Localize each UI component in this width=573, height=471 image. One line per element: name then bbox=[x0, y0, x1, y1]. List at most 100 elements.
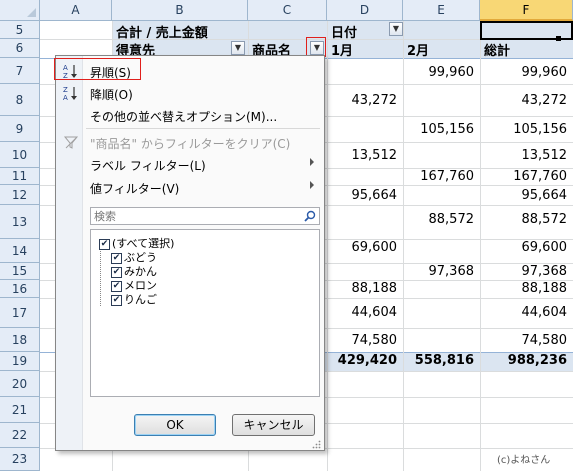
cell-d17[interactable]: 44,604 bbox=[327, 305, 398, 320]
grand-total-feb[interactable]: 558,816 bbox=[403, 353, 474, 368]
row-header-21[interactable]: 21 bbox=[0, 397, 40, 423]
column-feb-label: 2月 bbox=[407, 44, 430, 59]
filter-item-apple[interactable]: ✔ りんご bbox=[111, 291, 157, 306]
select-all-corner[interactable] bbox=[0, 0, 40, 21]
cell-d14[interactable]: 69,600 bbox=[327, 240, 398, 255]
row-header-12[interactable]: 12 bbox=[0, 185, 40, 205]
column-total-label: 総計 bbox=[484, 44, 511, 59]
column-jan-label: 1月 bbox=[331, 44, 354, 59]
cell-d12[interactable]: 95,664 bbox=[327, 188, 398, 203]
sort-descending-label: 降順(O) bbox=[90, 88, 133, 102]
column-header-d[interactable]: D bbox=[327, 0, 403, 21]
cell-f17[interactable]: 44,604 bbox=[480, 305, 568, 320]
cell-f7[interactable]: 99,960 bbox=[480, 65, 568, 80]
checkbox-checked-icon: ✔ bbox=[111, 294, 122, 306]
fill-handle[interactable] bbox=[556, 36, 561, 41]
row-header-19[interactable]: 19 bbox=[0, 352, 40, 371]
clear-filter-label: "商品名" からフィルターをクリア(C) bbox=[90, 137, 291, 151]
cell-f13[interactable]: 88,572 bbox=[480, 212, 568, 227]
submenu-arrow-icon bbox=[310, 158, 314, 166]
cell-e9[interactable]: 105,156 bbox=[403, 122, 474, 137]
row-header-16[interactable]: 16 bbox=[0, 280, 40, 298]
sort-descending-icon: Z A bbox=[63, 85, 79, 102]
cell-e11[interactable]: 167,760 bbox=[403, 169, 474, 184]
filter-item-grape[interactable]: ✔ ぶどう bbox=[111, 249, 157, 264]
spreadsheet: A B C D E F 5 6 7 8 9 10 11 12 13 14 15 … bbox=[0, 0, 573, 471]
column-header-c[interactable]: C bbox=[248, 0, 327, 21]
svg-text:A: A bbox=[63, 94, 68, 101]
cell-e13[interactable]: 88,572 bbox=[403, 212, 475, 227]
checkbox-checked-icon: ✔ bbox=[99, 238, 110, 250]
cell-f16[interactable]: 88,188 bbox=[480, 281, 568, 296]
column-header-e[interactable]: E bbox=[403, 0, 480, 21]
column-header-f[interactable]: F bbox=[480, 0, 573, 21]
row-header-14[interactable]: 14 bbox=[0, 239, 40, 263]
cell-e7[interactable]: 99,960 bbox=[403, 65, 475, 80]
cell-d18[interactable]: 74,580 bbox=[327, 333, 398, 348]
sort-ascending-highlight bbox=[54, 58, 141, 80]
row-header-10[interactable]: 10 bbox=[0, 142, 40, 168]
filter-dropdown-menu: A Z 昇順(S) Z A 降順(O) その他の並べ替えオプション(M)... … bbox=[54, 55, 325, 451]
checkbox-checked-icon: ✔ bbox=[111, 266, 122, 278]
menu-label-filter[interactable]: ラベル フィルター(L) bbox=[58, 153, 322, 175]
resize-grip-icon[interactable] bbox=[312, 438, 321, 449]
cell-d8[interactable]: 43,272 bbox=[327, 93, 398, 108]
row-header-8[interactable]: 8 bbox=[0, 84, 40, 116]
cell-f12[interactable]: 95,664 bbox=[480, 188, 568, 203]
row-header-13[interactable]: 13 bbox=[0, 205, 40, 239]
checkbox-checked-icon: ✔ bbox=[111, 252, 122, 264]
menu-sort-descending[interactable]: Z A 降順(O) bbox=[58, 82, 322, 104]
cell-f18[interactable]: 74,580 bbox=[480, 333, 568, 348]
pivot-column-field-label: 日付 bbox=[331, 26, 358, 41]
cell-d16[interactable]: 88,188 bbox=[327, 281, 398, 296]
filter-item-melon[interactable]: ✔ メロン bbox=[111, 277, 157, 292]
grand-total-jan[interactable]: 429,420 bbox=[327, 353, 397, 368]
row-header-7[interactable]: 7 bbox=[0, 58, 40, 84]
customer-filter-button[interactable]: ▼ bbox=[231, 41, 245, 55]
search-icon bbox=[304, 210, 316, 222]
pivot-value-label: 合計 / 売上金額 bbox=[116, 26, 208, 41]
svg-text:Z: Z bbox=[63, 86, 68, 94]
column-header-b[interactable]: B bbox=[112, 0, 248, 21]
row-header-9[interactable]: 9 bbox=[0, 116, 40, 142]
column-field-filter-button[interactable]: ▼ bbox=[389, 22, 403, 36]
clear-filter-icon bbox=[63, 134, 79, 150]
row-header-17[interactable]: 17 bbox=[0, 298, 40, 328]
row-header-5[interactable]: 5 bbox=[0, 21, 40, 39]
checkbox-checked-icon: ✔ bbox=[111, 280, 122, 292]
more-sort-options-label: その他の並べ替えオプション(M)... bbox=[90, 110, 278, 124]
cancel-button[interactable]: キャンセル bbox=[232, 414, 315, 436]
cell-f15[interactable]: 97,368 bbox=[480, 264, 568, 279]
row-header-23[interactable]: 23 bbox=[0, 448, 40, 471]
value-filter-label: 値フィルター(V) bbox=[90, 182, 180, 196]
row-header-22[interactable]: 22 bbox=[0, 423, 40, 448]
row-header-6[interactable]: 6 bbox=[0, 39, 40, 58]
submenu-arrow-icon bbox=[310, 181, 314, 189]
cell-f9[interactable]: 105,156 bbox=[480, 122, 567, 137]
menu-clear-filter[interactable]: "商品名" からフィルターをクリア(C) bbox=[58, 131, 322, 153]
row-header-11[interactable]: 11 bbox=[0, 168, 40, 185]
row-header-15[interactable]: 15 bbox=[0, 263, 40, 280]
credit-watermark: (c)よねさん bbox=[497, 455, 551, 466]
cell-e15[interactable]: 97,368 bbox=[403, 264, 475, 279]
cell-f11[interactable]: 167,760 bbox=[480, 169, 567, 184]
grand-total-all[interactable]: 988,236 bbox=[480, 353, 567, 368]
cell-f14[interactable]: 69,600 bbox=[480, 240, 568, 255]
cell-d10[interactable]: 13,512 bbox=[327, 148, 398, 163]
filter-item-label: りんご bbox=[124, 293, 157, 306]
filter-search-input[interactable] bbox=[91, 208, 297, 224]
menu-value-filter[interactable]: 値フィルター(V) bbox=[58, 176, 322, 198]
label-filter-label: ラベル フィルター(L) bbox=[90, 159, 206, 173]
row-header-20[interactable]: 20 bbox=[0, 371, 40, 397]
filter-item-list: ✔ (すべて選択) ✔ ぶどう ✔ みかん ✔ メロン ✔ りんご bbox=[90, 229, 320, 397]
row-header-18[interactable]: 18 bbox=[0, 328, 40, 352]
menu-more-sort-options[interactable]: その他の並べ替えオプション(M)... bbox=[58, 104, 322, 126]
filter-item-select-all[interactable]: ✔ (すべて選択) bbox=[99, 235, 174, 250]
cell-f10[interactable]: 13,512 bbox=[480, 148, 568, 163]
cell-f8[interactable]: 43,272 bbox=[480, 93, 568, 108]
column-header-a[interactable]: A bbox=[40, 0, 112, 21]
ok-button[interactable]: OK bbox=[134, 414, 216, 436]
product-filter-highlight bbox=[306, 37, 326, 57]
filter-search-box[interactable] bbox=[90, 207, 320, 225]
filter-item-mandarin[interactable]: ✔ みかん bbox=[111, 263, 157, 278]
